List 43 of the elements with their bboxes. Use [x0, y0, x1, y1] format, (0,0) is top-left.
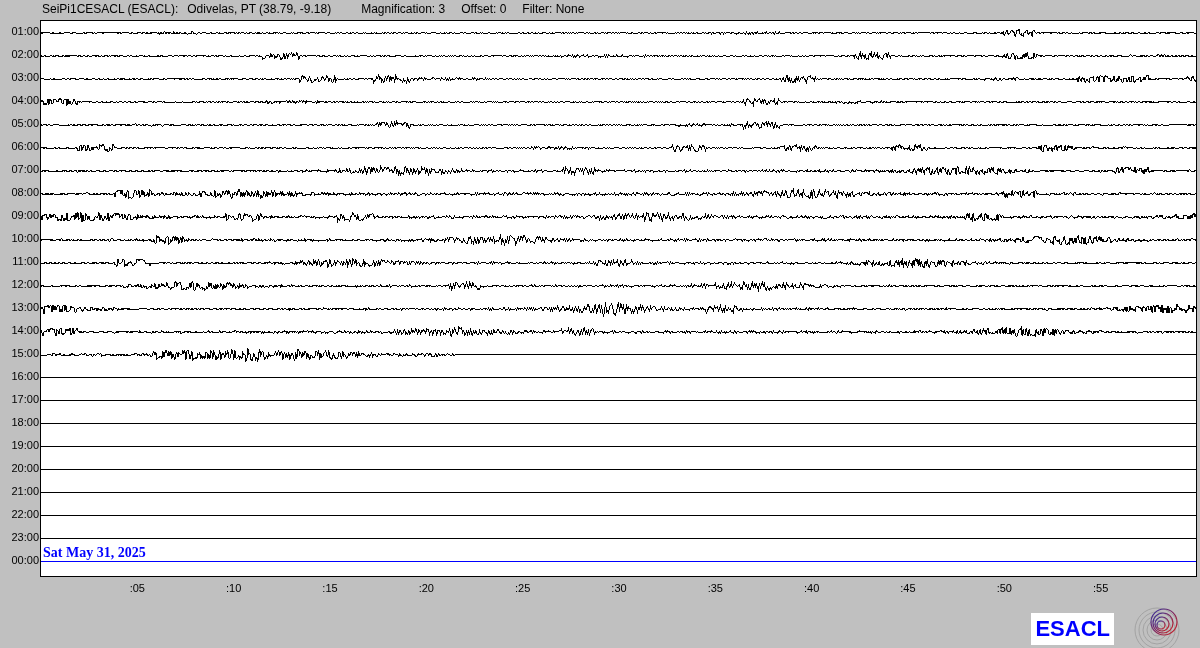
hour-label: 02:00	[11, 49, 40, 60]
hour-label: 22:00	[11, 509, 40, 520]
hour-label: 16:00	[11, 371, 40, 382]
hour-label: 23:00	[11, 532, 40, 543]
minute-tick-label: :50	[996, 581, 1012, 596]
hour-label: 14:00	[11, 325, 40, 336]
hour-label: 03:00	[11, 72, 40, 83]
minute-tick-label: :10	[226, 581, 242, 596]
offset-label: Offset: 0	[461, 1, 507, 18]
minute-tick-label: :55	[1092, 581, 1109, 596]
hour-label: 01:00	[11, 26, 40, 37]
hour-label: 20:00	[11, 463, 40, 474]
hour-label: 19:00	[11, 440, 40, 451]
minute-tick-label: :45	[900, 581, 916, 596]
hour-label: 21:00	[11, 486, 40, 497]
hour-label: 04:00	[11, 95, 40, 106]
hour-label: 05:00	[11, 118, 40, 129]
filter-label: Filter: None	[522, 1, 585, 18]
hour-label: 12:00	[11, 279, 40, 290]
minute-tick-label: :25	[515, 581, 531, 596]
ripple-logo-icon	[1134, 604, 1182, 648]
date-label: Sat May 31, 2025	[43, 546, 146, 560]
hour-label: 10:00	[11, 233, 40, 244]
hour-label: 11:00	[12, 256, 40, 267]
minute-tick-label: :30	[611, 581, 627, 596]
station-location: Odivelas, PT (38.79, -9.18)	[187, 1, 332, 18]
hour-label: 07:00	[11, 164, 40, 175]
hour-label: 08:00	[11, 187, 40, 198]
hour-label: 13:00	[11, 302, 40, 313]
hour-label: 09:00	[11, 210, 40, 221]
hour-label: 06:00	[11, 141, 40, 152]
minute-tick-label: :05	[129, 581, 145, 596]
hour-label: 15:00	[11, 348, 40, 359]
minute-tick-label: :35	[707, 581, 723, 596]
hour-label: 18:00	[11, 417, 40, 428]
station-logo-label: ESACL	[1031, 612, 1114, 645]
minute-tick-label: :20	[418, 581, 434, 596]
magnification-label: Magnification: 3	[361, 1, 446, 18]
station-name: SeiPi1CESACL (ESACL):	[42, 1, 179, 18]
minute-tick-label: :40	[804, 581, 820, 596]
minute-tick-label: :15	[322, 581, 338, 596]
hour-label: 17:00	[11, 394, 40, 405]
hour-label: 00:00	[11, 555, 40, 566]
